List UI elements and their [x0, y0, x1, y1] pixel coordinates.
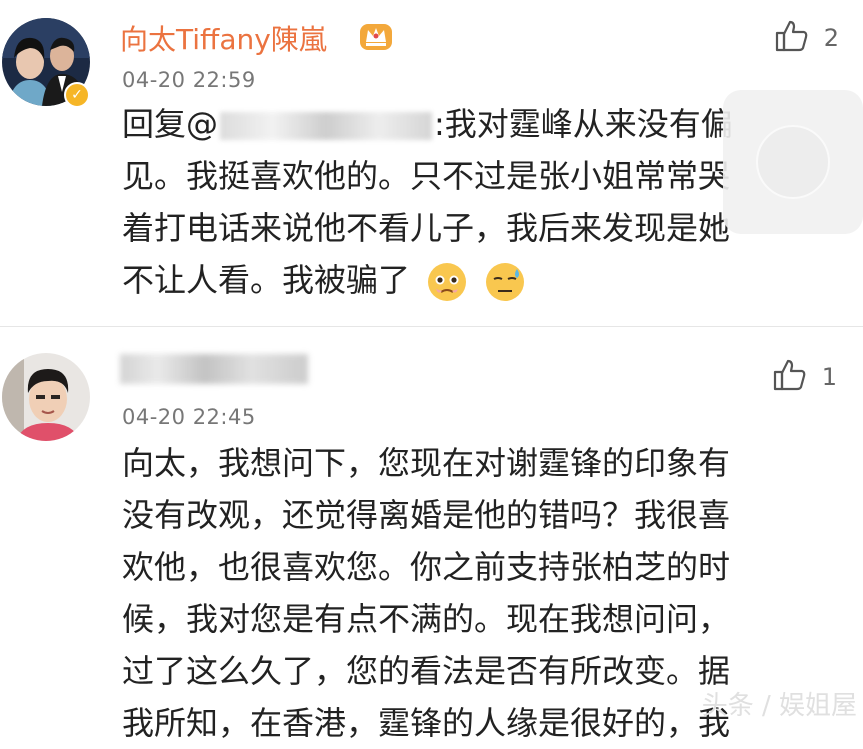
comment-timestamp: 04-20 22:59 — [122, 68, 256, 92]
reply-text: :我对霆峰从来没有偏 — [434, 105, 733, 143]
comment-timestamp: 04-20 22:45 — [122, 405, 256, 429]
verified-badge-icon: ✓ — [64, 82, 90, 108]
username[interactable]: 向太Tiffany陳嵐 — [120, 18, 327, 58]
like-button[interactable]: 2 — [774, 18, 839, 58]
like-count: 2 — [823, 24, 839, 52]
avatar[interactable] — [2, 353, 90, 441]
comment-line-text: 不让人看。我被骗了 — [122, 261, 411, 299]
reply-prefix: 回复@ — [122, 105, 219, 143]
comment-line: 欢他，也很喜欢您。你之前支持张柏芝的时 — [122, 548, 731, 586]
pleading-face-emoji — [426, 261, 468, 303]
comment-line: 没有改观，还觉得离婚是他的错吗？我很喜 — [122, 496, 731, 534]
thumbs-up-icon — [774, 18, 810, 58]
comment-2: 04-20 22:45 1 向太，我想问下，您现在对谢霆锋的印象有 没有改观，还… — [0, 327, 863, 742]
circle-icon — [756, 125, 830, 199]
comment-1: ✓ 向太Tiffany陳嵐 04-20 22:59 2 回复@ :我对霆峰从来没有… — [0, 0, 863, 326]
crown-badge-icon — [358, 18, 394, 54]
blurred-username[interactable] — [120, 354, 308, 384]
like-button[interactable]: 1 — [772, 357, 837, 397]
watermark: 头条 / 娱姐屋 — [701, 691, 857, 721]
comment-line: 向太，我想问下，您现在对谢霆锋的印象有 — [122, 444, 731, 482]
comment-line: 回复@ :我对霆峰从来没有偏 — [122, 98, 812, 150]
like-count: 1 — [821, 363, 837, 391]
comment-line: 见。我挺喜欢他的。只不过是张小姐常常哭 — [122, 157, 731, 195]
comment-line: 不让人看。我被骗了 — [122, 254, 812, 306]
comment-line: 候，我对您是有点不满的。现在我想问问， — [122, 600, 731, 638]
floating-overlay-button[interactable] — [723, 90, 863, 234]
comment-line: 着打电话来说他不看儿子，我后来发现是她 — [122, 209, 731, 247]
blurred-mention[interactable] — [220, 112, 433, 140]
thumbs-up-icon — [772, 357, 808, 397]
comment-body: 回复@ :我对霆峰从来没有偏 见。我挺喜欢他的。只不过是张小姐常常哭 着打电话来说… — [122, 98, 812, 306]
cold-sweat-face-emoji — [484, 261, 526, 303]
